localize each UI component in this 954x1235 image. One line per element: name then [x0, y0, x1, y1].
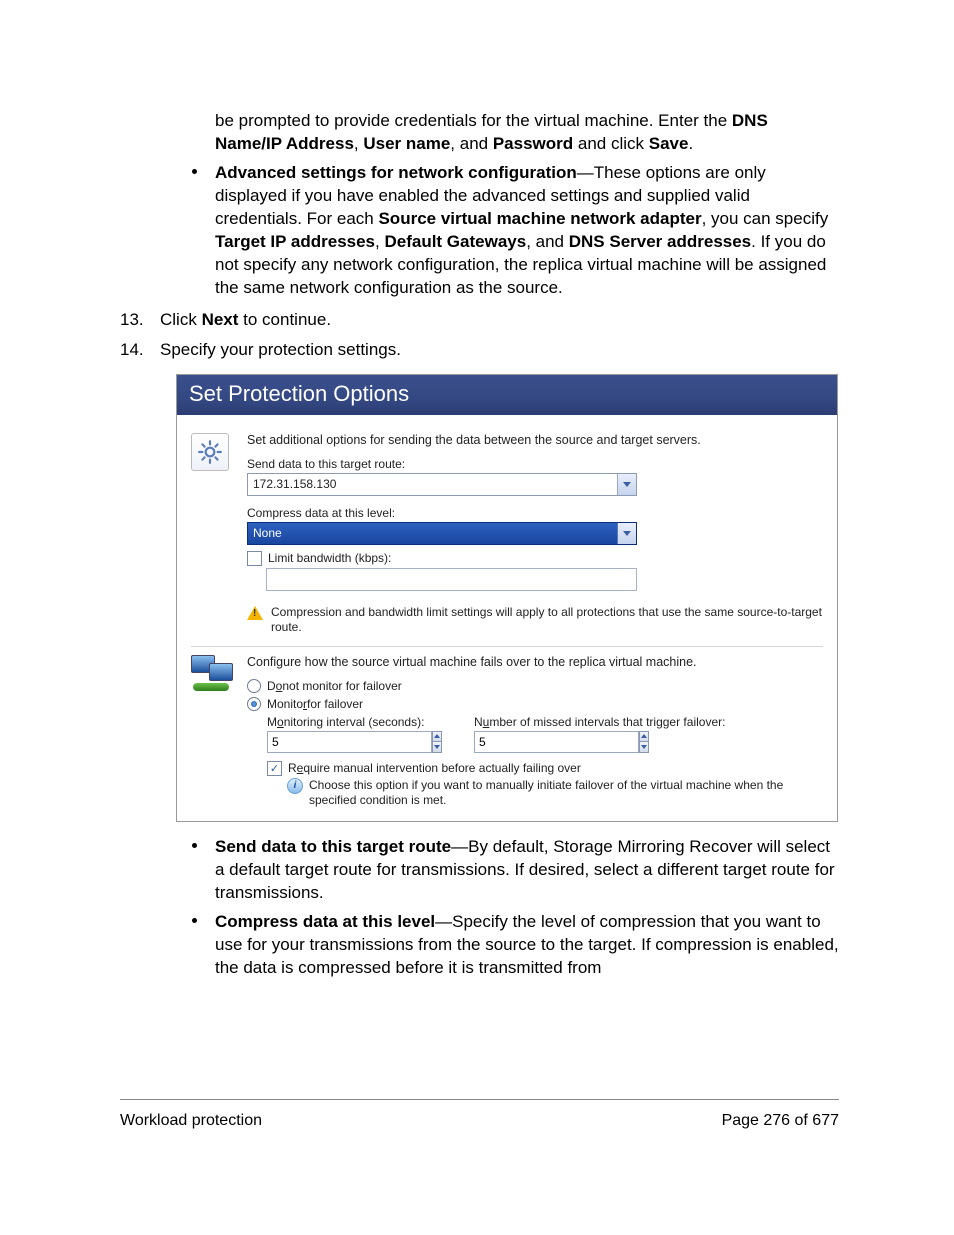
bullet-icon — [192, 843, 197, 848]
monitoring-interval-spinner[interactable] — [267, 731, 442, 753]
step-14: 14. Specify your protection settings. — [120, 340, 839, 360]
warning-icon — [247, 606, 263, 620]
info-icon: i — [287, 778, 303, 794]
section2-description: Configure how the source virtual machine… — [247, 655, 823, 669]
bullet-send-data: Send data to this target route—By defaul… — [120, 836, 839, 905]
target-route-combo[interactable]: 172.31.158.130 — [247, 473, 637, 496]
footer-page: Page 276 of 677 — [722, 1112, 839, 1130]
bullet-compress-data: Compress data at this level—Specify the … — [120, 911, 839, 980]
interval-input[interactable] — [267, 731, 432, 753]
limit-bandwidth-checkbox[interactable] — [247, 551, 262, 566]
warning-text: Compression and bandwidth limit settings… — [271, 605, 823, 636]
missed-label: Number of missed intervals that trigger … — [474, 715, 725, 729]
bullet-title: Advanced settings for network configurat… — [215, 163, 577, 182]
missed-intervals-spinner[interactable] — [474, 731, 649, 753]
intro-user: User name — [363, 134, 450, 153]
route-label: Send data to this target route: — [247, 457, 823, 471]
protection-options-dialog: Set Protection Options Set additional op… — [176, 374, 838, 822]
bandwidth-input[interactable] — [266, 568, 637, 591]
spin-down-icon[interactable] — [639, 741, 649, 753]
gear-icon — [191, 433, 229, 471]
chevron-down-icon[interactable] — [617, 523, 636, 544]
network-icon — [191, 655, 235, 691]
bullet-advanced-settings: Advanced settings for network configurat… — [120, 162, 839, 300]
route-value: 172.31.158.130 — [248, 477, 617, 491]
step-13: 13. Click Next to continue. — [120, 310, 839, 330]
info-text: Choose this option if you want to manual… — [309, 778, 823, 809]
spin-down-icon[interactable] — [432, 741, 442, 753]
footer-section: Workload protection — [120, 1112, 262, 1130]
limit-bandwidth-label: Limit bandwidth (kbps): — [268, 551, 391, 565]
compress-level-combo[interactable]: None — [247, 522, 637, 545]
manual-intervention-label: Require manual intervention before actua… — [288, 761, 581, 775]
section1-description: Set additional options for sending the d… — [247, 433, 823, 447]
radio-monitor[interactable]: Monitor for failover — [247, 697, 823, 711]
step-number: 13. — [120, 310, 144, 330]
interval-label: Monitoring interval (seconds): — [267, 715, 442, 729]
chevron-down-icon[interactable] — [617, 474, 636, 495]
intro-text: be prompted to provide credentials for t… — [215, 111, 732, 130]
missed-input[interactable] — [474, 731, 639, 753]
compress-label: Compress data at this level: — [247, 506, 823, 520]
radio-do-not-monitor[interactable]: Do not monitor for failover — [247, 679, 823, 693]
bullet-icon — [192, 918, 197, 923]
spin-up-icon[interactable] — [639, 731, 649, 742]
step-number: 14. — [120, 340, 144, 360]
dialog-title: Set Protection Options — [177, 375, 837, 415]
intro-save: Save — [649, 134, 689, 153]
spin-up-icon[interactable] — [432, 731, 442, 742]
intro-password: Password — [493, 134, 573, 153]
bullet-icon — [192, 169, 197, 174]
manual-intervention-checkbox[interactable]: ✓ — [267, 761, 282, 776]
compress-value: None — [248, 526, 617, 540]
